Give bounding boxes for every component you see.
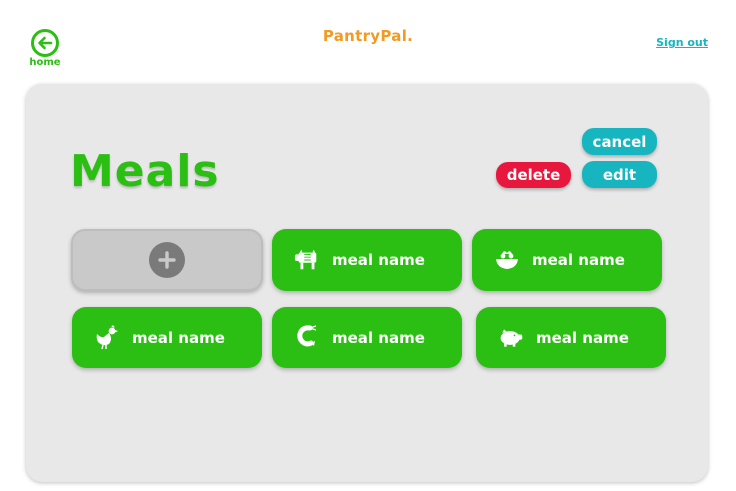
plus-icon bbox=[149, 242, 185, 278]
meal-name: meal name bbox=[132, 328, 225, 347]
salad-bowl-icon bbox=[494, 247, 520, 273]
pig-icon bbox=[498, 325, 524, 351]
edit-button[interactable]: edit bbox=[582, 161, 657, 188]
meal-name: meal name bbox=[332, 251, 425, 269]
home-label: home bbox=[29, 57, 61, 68]
meal-name: meal name bbox=[532, 251, 625, 269]
shrimp-icon bbox=[294, 324, 320, 351]
meal-card[interactable]: meal name bbox=[272, 307, 462, 368]
sign-out-link[interactable]: Sign out bbox=[656, 36, 708, 49]
meal-name: meal name bbox=[332, 328, 425, 347]
chicken-icon bbox=[94, 324, 120, 351]
cancel-button[interactable]: cancel bbox=[582, 128, 657, 155]
add-meal-button[interactable] bbox=[71, 229, 263, 291]
brand-logo: PantryPal. bbox=[322, 27, 414, 45]
meal-card[interactable]: meal name bbox=[472, 229, 662, 291]
meal-card[interactable]: meal name bbox=[272, 229, 462, 291]
meal-name: meal name bbox=[536, 328, 629, 347]
delete-button[interactable]: delete bbox=[496, 162, 571, 188]
meal-card[interactable]: meal name bbox=[476, 307, 666, 368]
cow-icon bbox=[294, 247, 320, 273]
page-title: Meals bbox=[70, 146, 220, 197]
meal-card[interactable]: meal name bbox=[72, 307, 262, 368]
